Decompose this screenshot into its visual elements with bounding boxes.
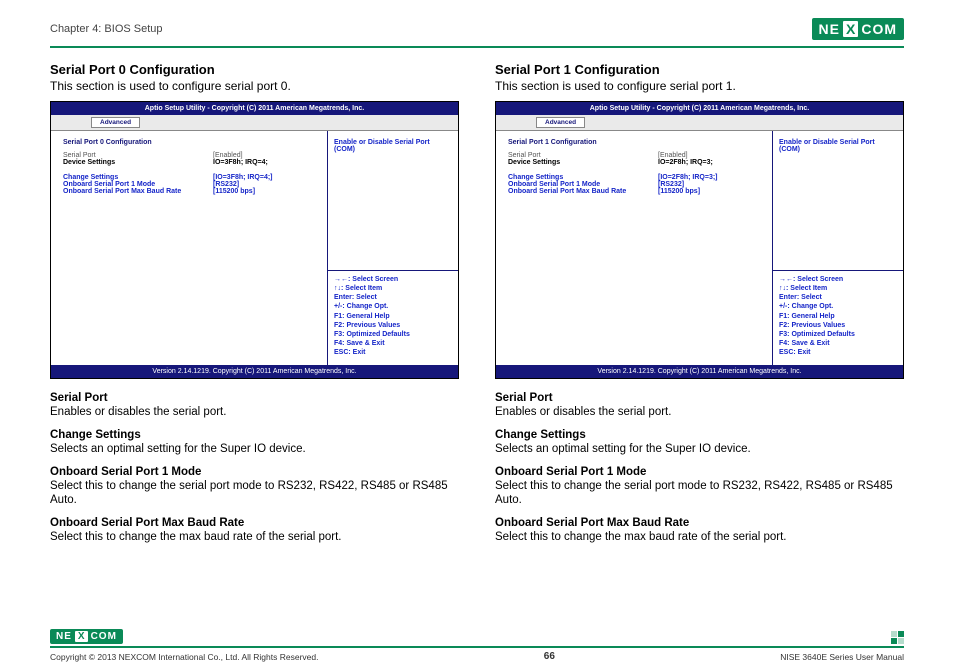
bios-baud-label[interactable]: Onboard Serial Port Max Baud Rate bbox=[508, 188, 658, 195]
bios-nav-hint: F4: Save & Exit bbox=[779, 339, 897, 348]
bios-help-text: Enable or Disable Serial Port (COM) bbox=[334, 139, 452, 153]
bios-nav-hint: →←: Select Screen bbox=[779, 275, 897, 284]
bios-baud-value[interactable]: [115200 bps] bbox=[213, 188, 319, 195]
bios-devset-label: Device Settings bbox=[508, 159, 658, 166]
bios-devset-value: IO=2F8h; IRQ=3; bbox=[658, 159, 764, 166]
desc-body: Selects an optimal setting for the Super… bbox=[495, 443, 751, 455]
bios-serialport-label[interactable]: Serial Port bbox=[63, 152, 213, 159]
bios-mode-value[interactable]: [RS232] bbox=[658, 181, 764, 188]
bios-nav-hint: F1: General Help bbox=[334, 312, 452, 321]
bios-nav-hint: ↑↓: Select Item bbox=[779, 284, 897, 293]
nexcom-logo-footer: NE X COM bbox=[50, 629, 123, 644]
desc-title: Serial Port bbox=[50, 392, 108, 404]
desc-body: Select this to change the max baud rate … bbox=[50, 531, 342, 543]
desc-title: Onboard Serial Port Max Baud Rate bbox=[495, 517, 689, 529]
bios-nav-hint: ESC: Exit bbox=[779, 348, 897, 357]
logo-text-mid: X bbox=[75, 631, 88, 642]
desc-body: Enables or disables the serial port. bbox=[495, 406, 671, 418]
desc-body: Select this to change the serial port mo… bbox=[50, 480, 448, 506]
desc-body: Selects an optimal setting for the Super… bbox=[50, 443, 306, 455]
bios-tab-advanced[interactable]: Advanced bbox=[536, 117, 585, 128]
section-title-right: Serial Port 1 Configuration bbox=[495, 62, 904, 77]
bios-nav-hint: ↑↓: Select Item bbox=[334, 284, 452, 293]
bios-serialport-value[interactable]: [Enabled] bbox=[658, 152, 764, 159]
bios-help-text: Enable or Disable Serial Port (COM) bbox=[779, 139, 897, 153]
logo-text-mid: X bbox=[843, 21, 858, 37]
bios-mode-label[interactable]: Onboard Serial Port 1 Mode bbox=[508, 181, 658, 188]
bios-version-footer: Version 2.14.1219. Copyright (C) 2011 Am… bbox=[496, 365, 903, 378]
bios-baud-value[interactable]: [115200 bps] bbox=[658, 188, 764, 195]
bios-change-label[interactable]: Change Settings bbox=[63, 174, 213, 181]
bios-nav-hint: ESC: Exit bbox=[334, 348, 452, 357]
bios-titlebar: Aptio Setup Utility - Copyright (C) 2011… bbox=[51, 102, 458, 115]
header-divider bbox=[50, 46, 904, 48]
desc-title: Change Settings bbox=[495, 429, 586, 441]
logo-text-right: COM bbox=[859, 21, 899, 37]
logo-text-right: COM bbox=[89, 631, 119, 642]
nexcom-logo: NE X COM bbox=[812, 18, 904, 40]
bios-nav-hint: F3: Optimized Defaults bbox=[779, 330, 897, 339]
bios-nav-hint: →←: Select Screen bbox=[334, 275, 452, 284]
bios-nav-hint: F4: Save & Exit bbox=[334, 339, 452, 348]
desc-body: Select this to change the serial port mo… bbox=[495, 480, 893, 506]
logo-text-left: NE bbox=[817, 21, 842, 37]
bios-serialport-label[interactable]: Serial Port bbox=[508, 152, 658, 159]
bios-nav-hint: Enter: Select bbox=[779, 293, 897, 302]
bios-version-footer: Version 2.14.1219. Copyright (C) 2011 Am… bbox=[51, 365, 458, 378]
bios-titlebar: Aptio Setup Utility - Copyright (C) 2011… bbox=[496, 102, 903, 115]
desc-title: Onboard Serial Port 1 Mode bbox=[50, 466, 201, 478]
footer-divider bbox=[50, 646, 904, 648]
bios-nav-hint: +/-: Change Opt. bbox=[334, 302, 452, 311]
bios-tabrow: Advanced bbox=[496, 115, 903, 131]
bios-help-divider bbox=[328, 270, 458, 271]
bios-help-divider bbox=[773, 270, 903, 271]
bios-change-value[interactable]: [IO=3F8h; IRQ=4;] bbox=[213, 174, 319, 181]
bios-mode-label[interactable]: Onboard Serial Port 1 Mode bbox=[63, 181, 213, 188]
bios-mode-value[interactable]: [RS232] bbox=[213, 181, 319, 188]
bios-nav-hint: +/-: Change Opt. bbox=[779, 302, 897, 311]
desc-title: Serial Port bbox=[495, 392, 553, 404]
bios-change-label[interactable]: Change Settings bbox=[508, 174, 658, 181]
bios-nav-hint: F1: General Help bbox=[779, 312, 897, 321]
desc-title: Onboard Serial Port Max Baud Rate bbox=[50, 517, 244, 529]
desc-title: Change Settings bbox=[50, 429, 141, 441]
section-sub-left: This section is used to configure serial… bbox=[50, 79, 459, 93]
bios-tabrow: Advanced bbox=[51, 115, 458, 131]
section-title-left: Serial Port 0 Configuration bbox=[50, 62, 459, 77]
bios-devset-label: Device Settings bbox=[63, 159, 213, 166]
manual-name: NISE 3640E Series User Manual bbox=[780, 652, 904, 662]
bios-nav-hint: F3: Optimized Defaults bbox=[334, 330, 452, 339]
logo-text-left: NE bbox=[54, 631, 74, 642]
desc-body: Enables or disables the serial port. bbox=[50, 406, 226, 418]
bios-cfg-head: Serial Port 0 Configuration bbox=[63, 139, 319, 146]
bios-baud-label[interactable]: Onboard Serial Port Max Baud Rate bbox=[63, 188, 213, 195]
bios-nav-hint: F2: Previous Values bbox=[779, 321, 897, 330]
bios-nav-hint: Enter: Select bbox=[334, 293, 452, 302]
bios-tab-advanced[interactable]: Advanced bbox=[91, 117, 140, 128]
bios-panel-right: Aptio Setup Utility - Copyright (C) 2011… bbox=[495, 101, 904, 379]
desc-body: Select this to change the max baud rate … bbox=[495, 531, 787, 543]
bios-nav-hint: F2: Previous Values bbox=[334, 321, 452, 330]
bios-panel-left: Aptio Setup Utility - Copyright (C) 2011… bbox=[50, 101, 459, 379]
chapter-label: Chapter 4: BIOS Setup bbox=[50, 23, 163, 35]
page-number: 66 bbox=[544, 651, 555, 662]
copyright-text: Copyright © 2013 NEXCOM International Co… bbox=[50, 652, 318, 662]
decorative-squares-icon bbox=[891, 631, 904, 644]
bios-serialport-value[interactable]: [Enabled] bbox=[213, 152, 319, 159]
bios-devset-value: IO=3F8h; IRQ=4; bbox=[213, 159, 319, 166]
bios-cfg-head: Serial Port 1 Configuration bbox=[508, 139, 764, 146]
bios-change-value[interactable]: [IO=2F8h; IRQ=3;] bbox=[658, 174, 764, 181]
section-sub-right: This section is used to configure serial… bbox=[495, 79, 904, 93]
desc-title: Onboard Serial Port 1 Mode bbox=[495, 466, 646, 478]
